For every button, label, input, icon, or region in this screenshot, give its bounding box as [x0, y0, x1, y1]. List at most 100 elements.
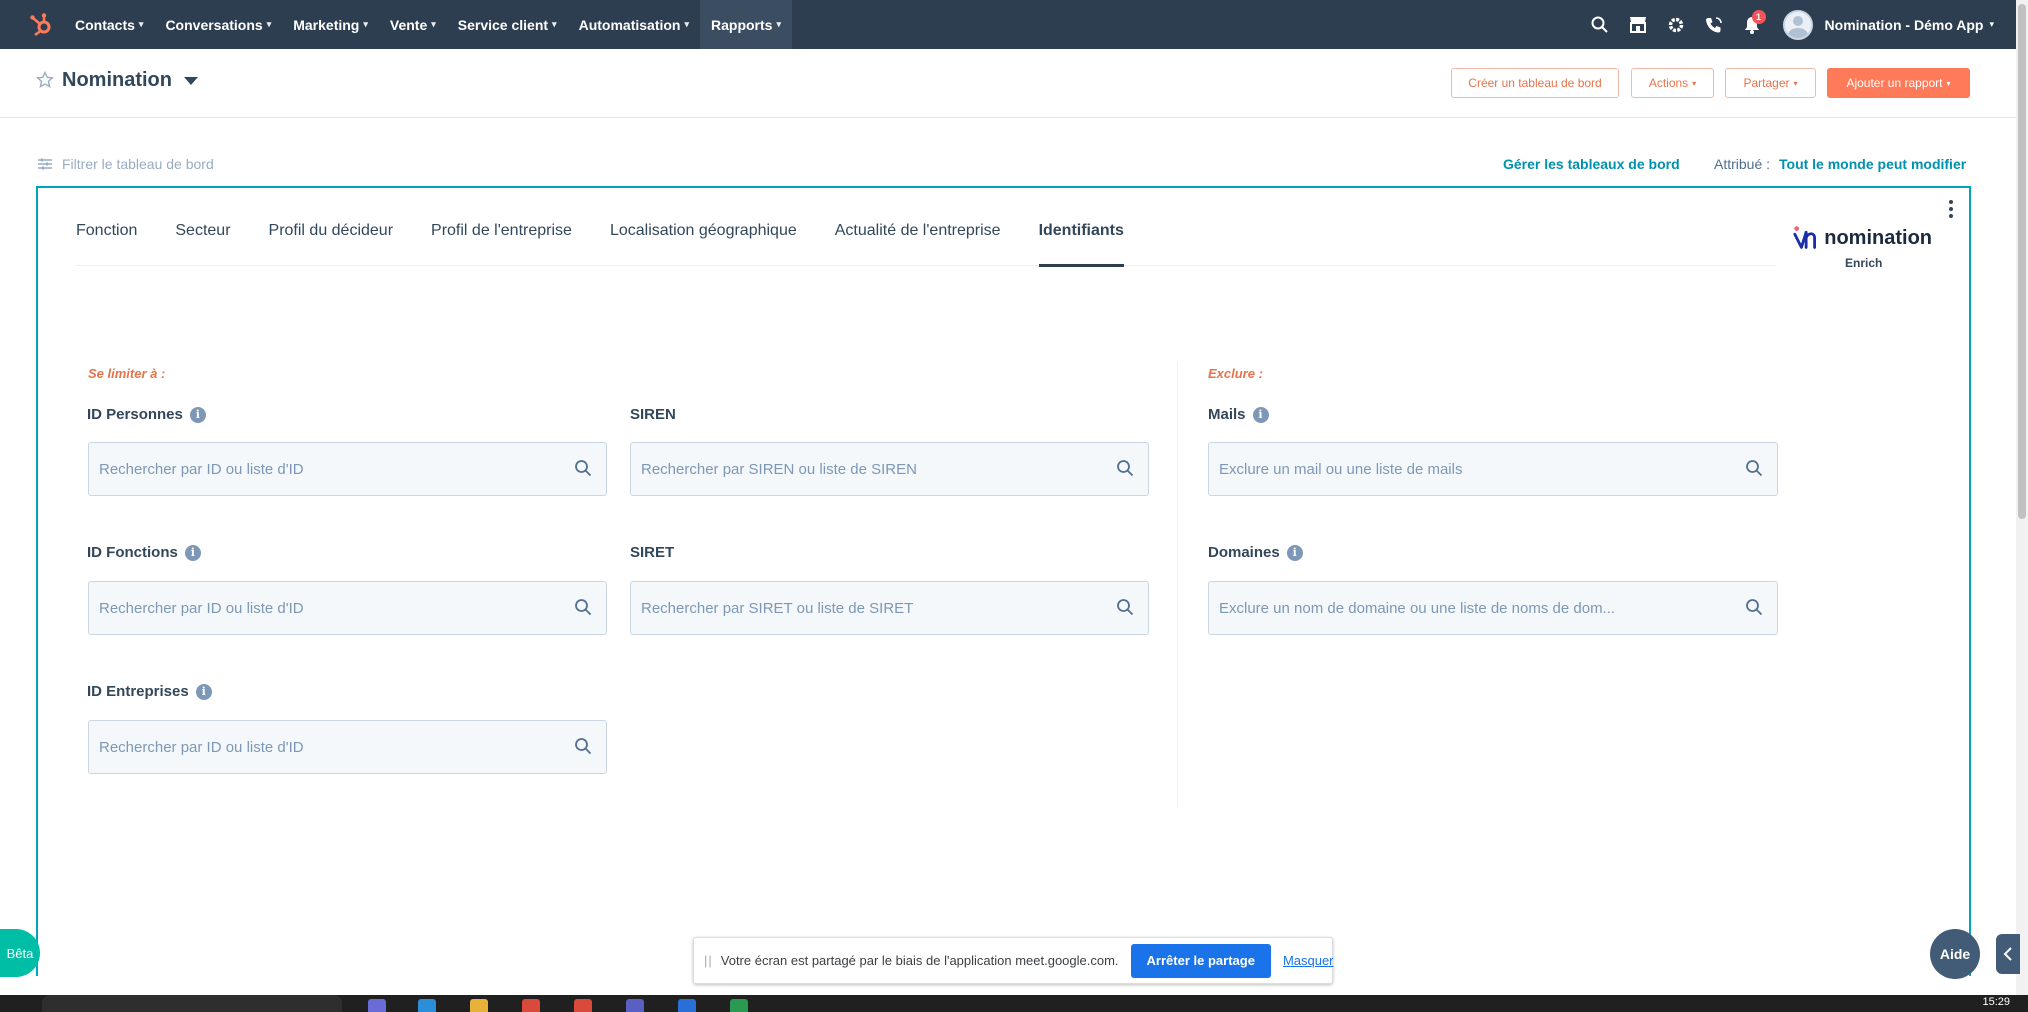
field-label-text: Mails — [1208, 406, 1246, 423]
tab-actualite[interactable]: Actualité de l'entreprise — [835, 220, 1001, 266]
info-icon[interactable]: i — [184, 544, 201, 561]
taskbar-app-icon[interactable] — [730, 999, 748, 1012]
nav-right-tools: 1 Nomination - Démo App ▾ — [1581, 0, 1994, 49]
exclude-section-label: Exclure : — [1208, 366, 1263, 381]
nav-item-label: Marketing — [293, 16, 360, 33]
siret-label: SIRET — [630, 544, 674, 561]
page-title[interactable]: Nomination — [62, 69, 172, 92]
field-label-text: Domaines — [1208, 544, 1280, 561]
tab-profil-entreprise[interactable]: Profil de l'entreprise — [431, 220, 572, 266]
assigned-label: Attribué : — [1714, 156, 1771, 172]
domaines-search — [1208, 581, 1778, 635]
share-button[interactable]: Partager ▾ — [1725, 68, 1816, 98]
stop-sharing-button[interactable]: Arrêter le partage — [1130, 943, 1271, 978]
filter-dashboard-button[interactable]: Filtrer le tableau de bord — [38, 156, 214, 172]
tab-localisation[interactable]: Localisation géographique — [610, 220, 797, 266]
search-icon[interactable] — [574, 737, 592, 755]
assigned-permissions-link[interactable]: Tout le monde peut modifier — [1779, 156, 1966, 172]
gear-icon[interactable] — [1657, 0, 1695, 49]
create-dashboard-button[interactable]: Créer un tableau de bord — [1451, 68, 1619, 98]
help-button[interactable]: Aide — [1930, 929, 1980, 979]
hubspot-logo-icon[interactable] — [18, 0, 64, 49]
chevron-down-icon: ▾ — [1692, 78, 1697, 88]
search-icon[interactable] — [1116, 598, 1134, 616]
siren-search — [630, 442, 1149, 496]
field-label-text: SIREN — [630, 406, 676, 423]
taskbar-app-icon[interactable] — [626, 999, 644, 1012]
search-icon[interactable] — [574, 598, 592, 616]
drag-handle-icon[interactable]: || — [704, 953, 713, 968]
tab-fonction[interactable]: Fonction — [76, 220, 137, 266]
more-options-icon[interactable] — [1949, 200, 1953, 218]
add-report-button[interactable]: Ajouter un rapport ▾ — [1827, 68, 1970, 98]
tab-secteur[interactable]: Secteur — [175, 220, 230, 266]
tab-profil-decideur[interactable]: Profil du décideur — [269, 220, 394, 266]
notifications-bell-icon[interactable]: 1 — [1733, 0, 1771, 49]
id-personnes-label: ID Personnes i — [87, 406, 206, 423]
nav-item-marketing[interactable]: Marketing ▾ — [282, 0, 379, 49]
taskbar-app-icon[interactable] — [678, 999, 696, 1012]
id-entreprises-input[interactable] — [99, 721, 566, 773]
hide-share-bar-link[interactable]: Masquer — [1283, 953, 1334, 968]
favorite-star-icon[interactable] — [35, 70, 55, 94]
chevron-down-icon: ▾ — [1793, 78, 1798, 88]
nav-item-service-client[interactable]: Service client ▾ — [447, 0, 568, 49]
dashboard-switcher-caret-icon[interactable] — [184, 77, 198, 85]
info-icon[interactable]: i — [1286, 544, 1303, 561]
siren-label: SIREN — [630, 406, 676, 423]
taskbar-search-box[interactable] — [42, 995, 342, 1012]
siret-search — [630, 581, 1149, 635]
chevron-down-icon: ▾ — [266, 19, 272, 29]
taskbar-app-icon[interactable] — [574, 999, 592, 1012]
beta-button[interactable]: Bêta — [0, 929, 40, 977]
siren-input[interactable] — [641, 443, 1108, 495]
account-menu[interactable]: Nomination - Démo App ▾ — [1782, 9, 1994, 40]
scrollbar-thumb[interactable] — [2018, 4, 2026, 519]
notification-count-badge: 1 — [1751, 10, 1766, 24]
info-icon[interactable]: i — [1252, 406, 1269, 423]
id-fonctions-input[interactable] — [99, 582, 566, 634]
windows-taskbar: 15:29 — [0, 995, 2028, 1012]
nav-item-vente[interactable]: Vente ▾ — [379, 0, 447, 49]
nav-item-rapports[interactable]: Rapports ▾ — [700, 0, 792, 49]
sidebar-toggle[interactable] — [1996, 934, 2020, 974]
manage-dashboards-link[interactable]: Gérer les tableaux de bord — [1503, 156, 1680, 172]
brand-subtitle: Enrich — [1845, 256, 1883, 270]
taskbar-app-icon[interactable] — [368, 999, 386, 1012]
domaines-input[interactable] — [1219, 582, 1737, 634]
chevron-down-icon: ▾ — [1946, 78, 1951, 88]
screen-share-bar: || Votre écran est partagé par le biais … — [693, 937, 1334, 984]
nav-item-label: Rapports — [711, 16, 773, 33]
marketplace-icon[interactable] — [1619, 0, 1657, 49]
nav-item-conversations[interactable]: Conversations ▾ — [154, 0, 282, 49]
page-scrollbar[interactable] — [2016, 0, 2028, 995]
actions-button[interactable]: Actions ▾ — [1631, 68, 1714, 98]
taskbar-app-icon[interactable] — [470, 999, 488, 1012]
chevron-down-icon: ▾ — [776, 19, 781, 29]
dashboard-header: Nomination Créer un tableau de bord Acti… — [0, 49, 2016, 118]
search-icon[interactable] — [1581, 0, 1619, 49]
report-card: Fonction Secteur Profil du décideur Prof… — [36, 186, 1971, 976]
button-label: Ajouter un rapport — [1846, 76, 1943, 90]
taskbar-app-icon[interactable] — [418, 999, 436, 1012]
siret-input[interactable] — [641, 582, 1108, 634]
taskbar-app-icon[interactable] — [522, 999, 540, 1012]
avatar — [1782, 9, 1813, 40]
brand-name: nomination — [1824, 226, 1932, 249]
mails-input[interactable] — [1219, 443, 1737, 495]
tab-identifiants[interactable]: Identifiants — [1038, 220, 1125, 267]
search-icon[interactable] — [574, 459, 592, 477]
search-icon[interactable] — [1116, 459, 1134, 477]
domaines-label: Domaines i — [1208, 544, 1303, 561]
mails-label: Mails i — [1208, 406, 1269, 423]
info-icon[interactable]: i — [189, 406, 206, 423]
nav-item-label: Service client — [457, 16, 549, 33]
field-label-text: SIRET — [630, 544, 675, 561]
nav-item-contacts[interactable]: Contacts ▾ — [64, 0, 154, 49]
id-personnes-input[interactable] — [99, 443, 566, 495]
search-icon[interactable] — [1745, 459, 1763, 477]
search-icon[interactable] — [1745, 598, 1763, 616]
calling-icon[interactable] — [1695, 0, 1733, 49]
nav-item-automatisation[interactable]: Automatisation ▾ — [568, 0, 700, 49]
info-icon[interactable]: i — [195, 683, 212, 700]
